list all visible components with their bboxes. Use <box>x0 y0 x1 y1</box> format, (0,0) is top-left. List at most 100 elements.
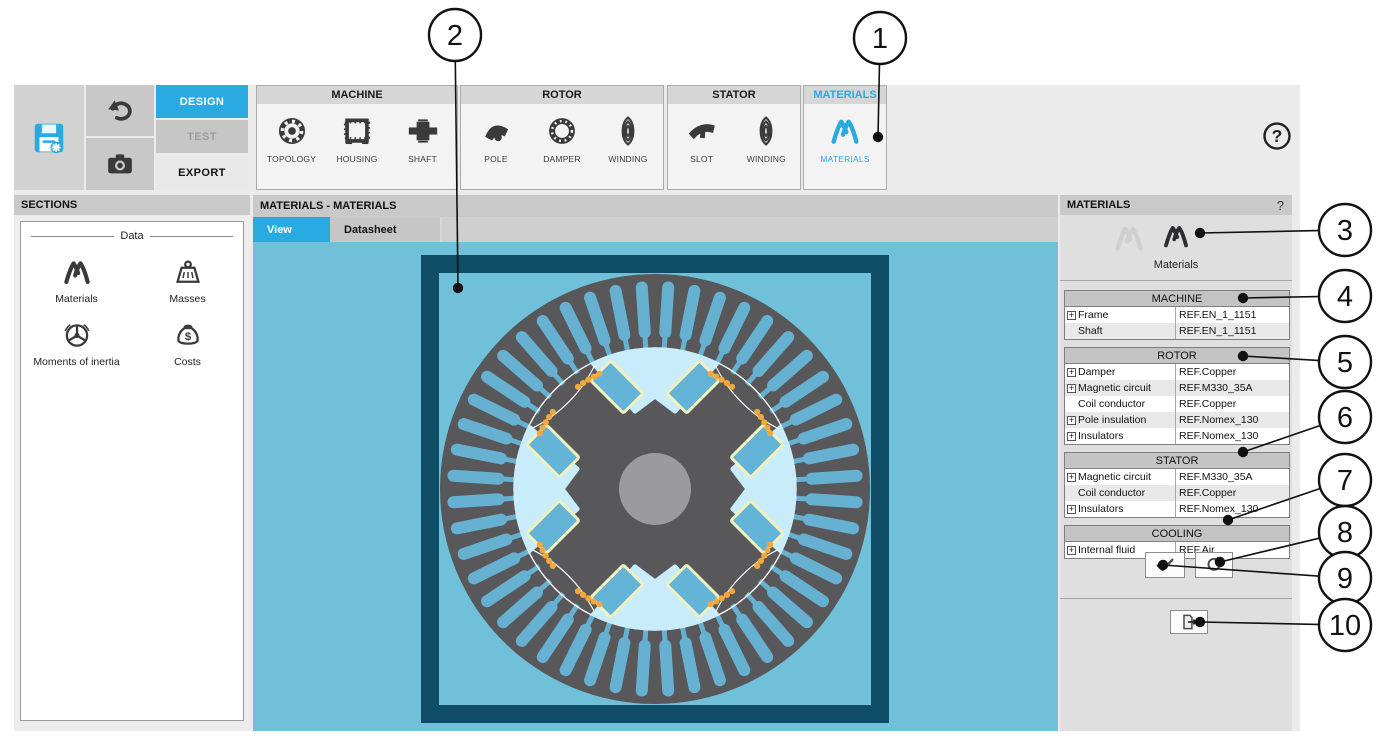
page: DESIGN TEST EXPORT MACHINE TOPOLOGY <box>0 0 1397 748</box>
pole-icon <box>479 114 513 148</box>
toolbar-item-winding[interactable]: WINDING <box>735 114 797 164</box>
material-value[interactable]: REF.Copper <box>1175 364 1289 380</box>
help-icon: ? <box>1262 121 1292 151</box>
motor-drawing <box>395 242 915 731</box>
svg-text:?: ? <box>1272 126 1283 146</box>
section-item-materials[interactable]: Materials <box>21 256 132 305</box>
toolbar-group-stator: STATOR SLOT WINDING <box>667 85 801 190</box>
exportdoc-icon <box>1179 612 1199 632</box>
damper-icon <box>545 114 579 148</box>
material-part-label: + Insulators <box>1065 428 1175 444</box>
material-value[interactable]: REF.Copper <box>1175 396 1289 412</box>
costs-icon: $ <box>172 319 204 351</box>
section-item-costs[interactable]: $ Costs <box>132 319 243 368</box>
expand-icon[interactable]: + <box>1067 546 1076 555</box>
material-value[interactable]: REF.Copper <box>1175 485 1289 501</box>
help-icon[interactable]: ? <box>1262 121 1292 151</box>
export-materials-button[interactable] <box>1170 610 1208 634</box>
material-value[interactable]: REF.EN_1_1151 <box>1175 323 1289 339</box>
panel-help-icon[interactable]: ? <box>1277 198 1284 213</box>
restore-icon <box>1204 555 1224 575</box>
table-row: + Insulators REF.Nomex_130 <box>1065 428 1289 444</box>
material-part-label: + Magnetic circuit <box>1065 380 1175 396</box>
toolbar-item-shaft[interactable]: SHAFT <box>392 114 454 164</box>
svg-text:7: 7 <box>1337 465 1353 497</box>
table-row: Shaft REF.EN_1_1151 <box>1065 323 1289 339</box>
table-row: + Magnetic circuit REF.M330_35A <box>1065 380 1289 396</box>
save-button[interactable] <box>14 85 84 190</box>
material-value[interactable]: REF.Nomex_130 <box>1175 501 1289 517</box>
data-group-label: Data <box>114 230 149 242</box>
save-icon <box>30 119 68 157</box>
expand-icon[interactable]: + <box>1067 505 1076 514</box>
restore-button[interactable] <box>1195 552 1233 578</box>
table-row: Coil conductor REF.Copper <box>1065 485 1289 501</box>
sections-panel: SECTIONS Data Materials Masses <box>14 195 250 727</box>
sections-panel-title: SECTIONS <box>14 195 250 215</box>
section-item-masses[interactable]: Masses <box>132 256 243 305</box>
sections-data-box: Data Materials Masses <box>20 221 244 721</box>
materials-icon <box>1161 221 1191 256</box>
topology-icon <box>275 114 309 148</box>
material-value[interactable]: REF.Nomex_130 <box>1175 428 1289 444</box>
expand-icon[interactable]: + <box>1067 432 1076 441</box>
materials-icon <box>1161 221 1191 251</box>
material-part-label: + Pole insulation <box>1065 412 1175 428</box>
svg-text:6: 6 <box>1337 402 1353 434</box>
toolbar-item-topology[interactable]: TOPOLOGY <box>261 114 323 164</box>
divider <box>1060 280 1292 281</box>
material-part-label: + Insulators <box>1065 501 1175 517</box>
export-tab-button[interactable]: EXPORT <box>156 155 248 190</box>
toolbar-group-rotor: ROTOR POLE DAMPER WINDING <box>460 85 664 190</box>
masses-icon <box>172 256 204 288</box>
toolbar-group-title: MATERIALS <box>804 86 886 104</box>
inertia-icon <box>61 319 93 351</box>
main-panel-title: MATERIALS - MATERIALS <box>253 195 1058 217</box>
tab-view[interactable]: View <box>253 217 330 242</box>
expand-icon[interactable]: + <box>1067 384 1076 393</box>
material-part-label: + Magnetic circuit <box>1065 469 1175 485</box>
expand-icon[interactable]: + <box>1067 473 1076 482</box>
toolbar-item-winding[interactable]: WINDING <box>597 114 659 164</box>
material-value[interactable]: REF.Nomex_130 <box>1175 412 1289 428</box>
tab-datasheet[interactable]: Datasheet <box>330 217 440 242</box>
toolbar-item-pole[interactable]: POLE <box>465 114 527 164</box>
undo-button[interactable] <box>86 85 154 136</box>
toolbar-group-title: STATOR <box>668 86 800 104</box>
svg-text:9: 9 <box>1337 563 1353 595</box>
machine-cross-section-view[interactable] <box>253 242 1058 731</box>
svg-text:1: 1 <box>872 23 888 55</box>
toolbar-item-slot[interactable]: SLOT <box>671 114 733 164</box>
table-row: + Magnetic circuit REF.M330_35A <box>1065 469 1289 485</box>
expand-icon[interactable]: + <box>1067 416 1076 425</box>
table-title: MACHINE <box>1065 291 1289 307</box>
toolbar-item-damper[interactable]: DAMPER <box>531 114 593 164</box>
svg-text:10: 10 <box>1329 610 1361 642</box>
material-value[interactable]: REF.EN_1_1151 <box>1175 307 1289 323</box>
toolbar-item-materials[interactable]: MATERIALS <box>814 114 876 164</box>
apply-button[interactable] <box>1145 552 1185 578</box>
test-tab-button[interactable]: TEST <box>156 120 248 153</box>
material-value[interactable]: REF.M330_35A <box>1175 380 1289 396</box>
material-value[interactable]: REF.M330_35A <box>1175 469 1289 485</box>
svg-text:$: $ <box>184 331 191 343</box>
materials-icon <box>61 256 93 288</box>
svg-text:3: 3 <box>1337 215 1353 247</box>
check-icon <box>1154 554 1176 576</box>
design-tab-button[interactable]: DESIGN <box>156 85 248 118</box>
data-group-legend: Data <box>31 230 233 242</box>
svg-text:4: 4 <box>1337 281 1353 313</box>
toolbar-item-housing[interactable]: HOUSING <box>326 114 388 164</box>
material-part-label: Coil conductor <box>1065 396 1175 412</box>
legend-line <box>150 236 233 237</box>
expand-icon[interactable]: + <box>1067 311 1076 320</box>
app-window: DESIGN TEST EXPORT MACHINE TOPOLOGY <box>14 85 1300 731</box>
table-row: + Frame REF.EN_1_1151 <box>1065 307 1289 323</box>
table-row: + Insulators REF.Nomex_130 <box>1065 501 1289 517</box>
screenshot-button[interactable] <box>86 138 154 190</box>
materials-table-machine: MACHINE + Frame REF.EN_1_1151 Shaft REF.… <box>1064 290 1290 340</box>
table-row: Coil conductor REF.Copper <box>1065 396 1289 412</box>
section-item-moments-of-inertia[interactable]: Moments of inertia <box>21 319 132 368</box>
expand-icon[interactable]: + <box>1067 368 1076 377</box>
svg-text:5: 5 <box>1337 347 1353 379</box>
